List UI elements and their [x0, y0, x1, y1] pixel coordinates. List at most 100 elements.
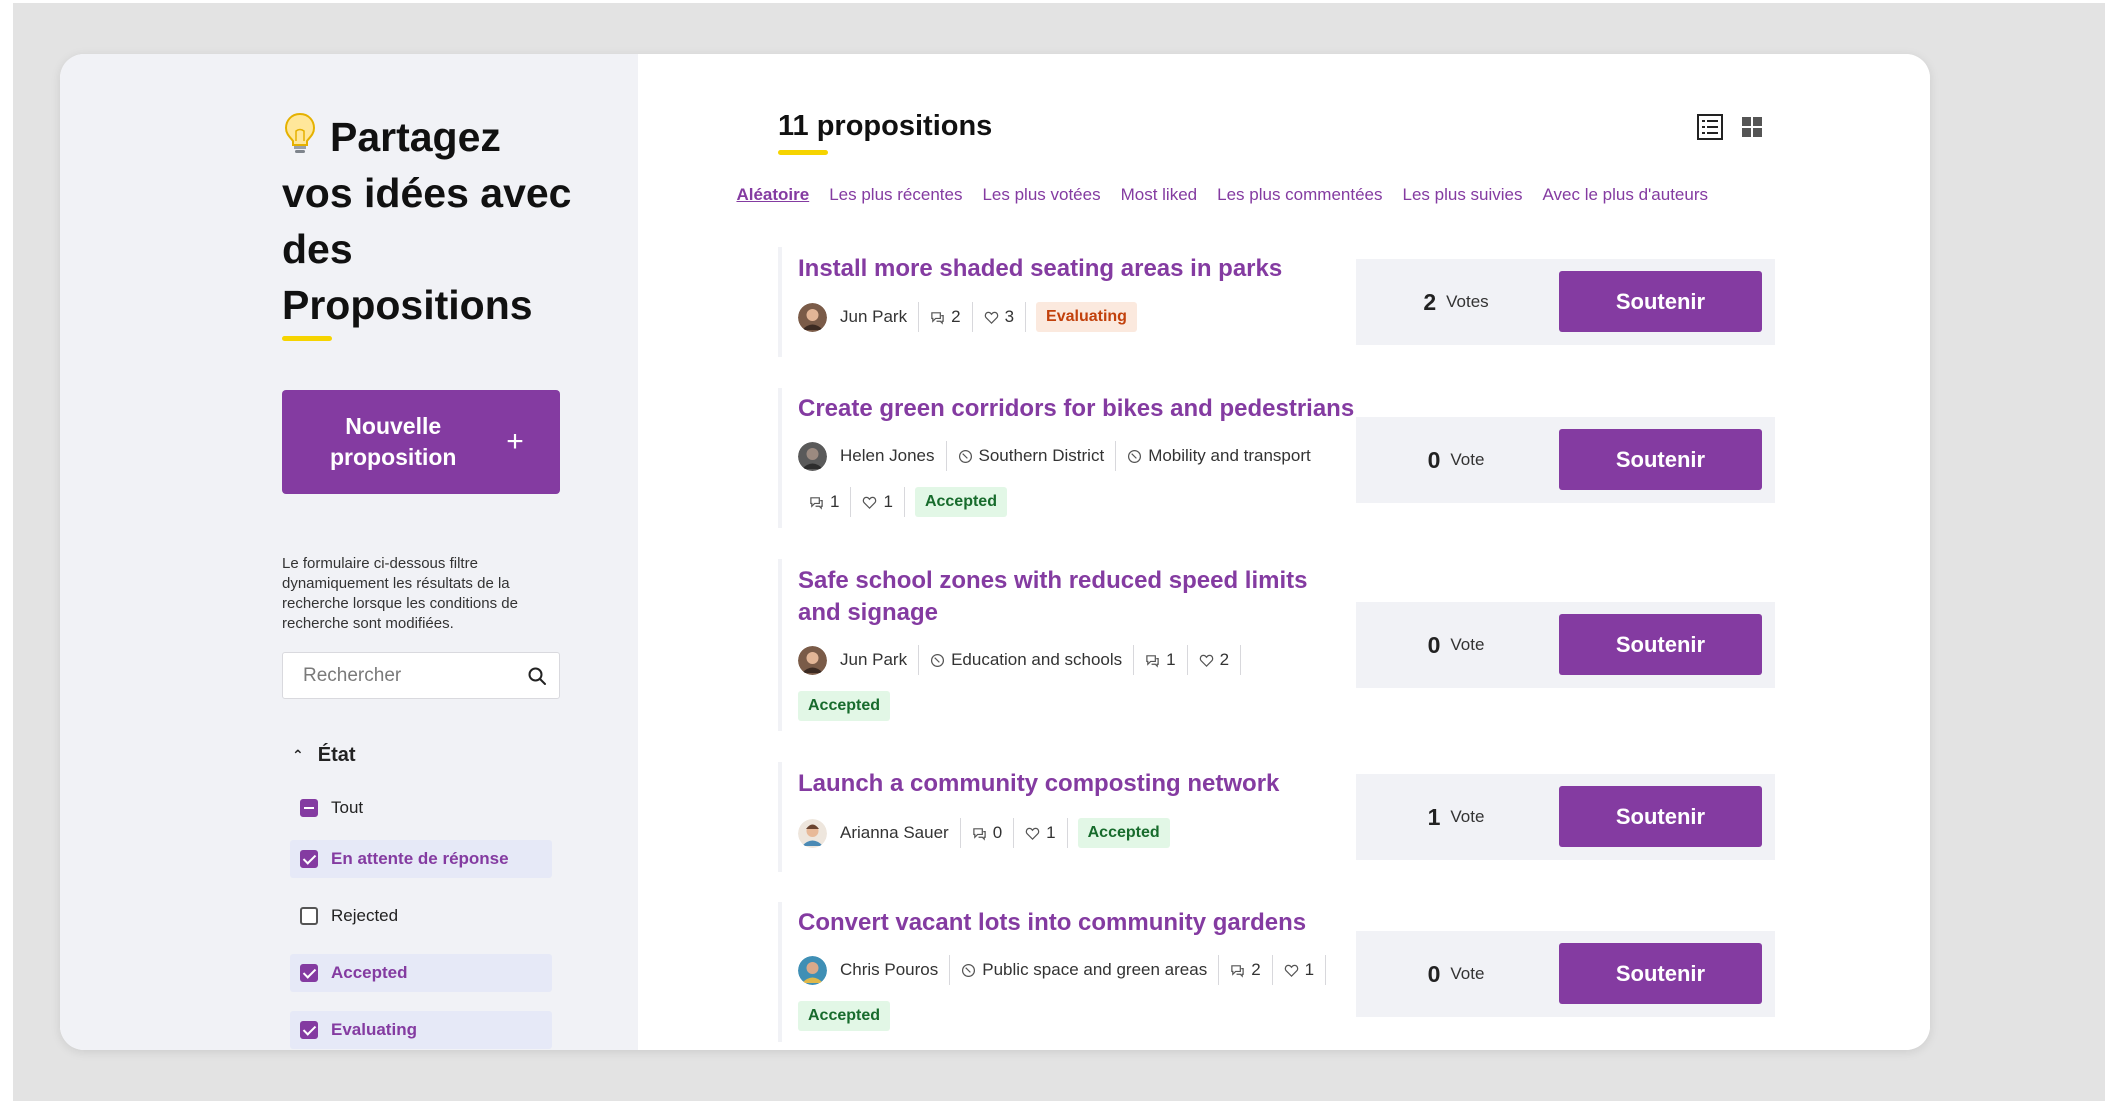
support-button[interactable]: Soutenir	[1559, 429, 1762, 490]
support-button[interactable]: Soutenir	[1559, 943, 1762, 1004]
proposal-category[interactable]: Mobility and transport	[1116, 441, 1322, 471]
filter-option-evaluating[interactable]: Evaluating	[290, 1011, 552, 1049]
search-input[interactable]	[303, 653, 523, 698]
comments-value: 2	[951, 307, 961, 326]
vote-count: 0 Vote	[1356, 417, 1556, 503]
status-badge: Accepted	[798, 1001, 891, 1031]
tag-icon	[1128, 449, 1142, 463]
author-name: Helen Jones	[840, 446, 935, 465]
proposals-card: Partagez vos idées avec des Propositions…	[60, 54, 1930, 1050]
filter-option-rejected[interactable]: Rejected	[290, 897, 552, 935]
filter-option-label: Rejected	[331, 906, 399, 925]
checkbox-checked[interactable]	[300, 1021, 318, 1039]
scope-label: Southern District	[978, 446, 1105, 465]
avatar	[798, 818, 827, 848]
comments-count: 2	[919, 302, 973, 332]
comments-count: 1	[798, 487, 852, 517]
tag-icon	[931, 653, 945, 667]
proposal-card: Convert vacant lots into community garde…	[778, 902, 1778, 1042]
grid-view-icon[interactable]	[1742, 117, 1763, 138]
support-button[interactable]: Soutenir	[1559, 271, 1762, 332]
heart-icon	[863, 496, 877, 509]
sort-random[interactable]: Aléatoire	[736, 185, 809, 205]
proposal-author[interactable]: Helen Jones	[798, 441, 947, 471]
proposal-card: Launch a community composting network Ar…	[778, 762, 1778, 872]
sort-most-voted[interactable]: Les plus votées	[982, 185, 1100, 205]
proposal-author[interactable]: Jun Park	[798, 302, 920, 332]
proposal-title[interactable]: Create green corridors for bikes and ped…	[798, 393, 1358, 425]
heart-icon	[1025, 827, 1040, 840]
filter-option-pending[interactable]: En attente de réponse	[290, 840, 552, 878]
proposals-main: 11 propositions Aléatoire Les plus récen…	[638, 54, 1930, 1050]
checkbox-unchecked[interactable]	[300, 907, 318, 925]
vote-label: Vote	[1450, 807, 1485, 826]
vote-count: 0 Vote	[1356, 931, 1556, 1017]
status-badge: Accepted	[914, 487, 1007, 517]
proposal-card: Safe school zones with reduced speed lim…	[778, 559, 1778, 731]
plus-icon: +	[506, 425, 524, 458]
checkbox-checked[interactable]	[300, 850, 318, 868]
vote-label: Votes	[1446, 292, 1489, 311]
proposal-author[interactable]: Jun Park	[798, 645, 920, 675]
sort-recent[interactable]: Les plus récentes	[829, 185, 962, 205]
filter-state-toggle[interactable]: ⌃ État	[292, 744, 356, 767]
new-proposal-label: Nouvelle proposition	[329, 413, 457, 470]
checkbox-indeterminate[interactable]	[300, 799, 318, 817]
comment-icon	[1146, 654, 1159, 668]
proposal-title[interactable]: Launch a community composting network	[798, 768, 1328, 800]
status-badge: Accepted	[798, 691, 891, 721]
proposal-category[interactable]: Education and schools	[919, 645, 1135, 675]
likes-value: 1	[1046, 823, 1056, 842]
filter-option-all[interactable]: Tout	[290, 789, 552, 827]
proposal-author[interactable]: Chris Pouros	[798, 955, 951, 985]
likes-value: 1	[883, 492, 893, 511]
comment-icon	[810, 496, 823, 510]
vote-label: Vote	[1450, 964, 1485, 983]
comments-count: 1	[1134, 645, 1188, 675]
likes-count: 1	[851, 487, 905, 517]
vote-number: 1	[1427, 803, 1441, 830]
search-icon[interactable]	[527, 666, 547, 686]
vote-box: 0 Vote Soutenir	[1356, 417, 1775, 503]
vote-number: 0	[1427, 446, 1441, 473]
proposal-title[interactable]: Safe school zones with reduced speed lim…	[798, 565, 1328, 629]
comment-icon	[931, 311, 944, 325]
comments-value: 2	[1251, 960, 1261, 979]
filter-option-accepted[interactable]: Accepted	[290, 954, 552, 992]
vote-count: 2 Votes	[1356, 259, 1556, 345]
page-title-text: Partagez vos idées avec des Propositions	[282, 114, 572, 328]
tag-icon	[958, 449, 972, 463]
vote-box: 0 Vote Soutenir	[1356, 931, 1775, 1017]
proposal-title[interactable]: Install more shaded seating areas in par…	[798, 253, 1328, 285]
proposal-meta: Chris Pouros Public space and green area…	[798, 955, 1338, 1031]
filter-help-text: Le formulaire ci-dessous filtre dynamiqu…	[282, 555, 518, 632]
proposal-category[interactable]: Public space and green areas	[950, 955, 1220, 985]
card-accent-bar	[778, 902, 782, 1042]
new-proposal-button[interactable]: Nouvelle proposition +	[282, 390, 560, 494]
sort-most-commented[interactable]: Les plus commentées	[1217, 185, 1382, 205]
checkbox-checked[interactable]	[300, 964, 318, 982]
sort-most-authors[interactable]: Avec le plus d'auteurs	[1543, 185, 1708, 205]
card-accent-bar	[778, 388, 782, 528]
list-view-icon[interactable]	[1697, 114, 1723, 140]
proposal-card: Create green corridors for bikes and ped…	[778, 388, 1778, 528]
sort-most-followed[interactable]: Les plus suivies	[1403, 185, 1523, 205]
proposal-author[interactable]: Arianna Sauer	[798, 818, 961, 848]
filter-option-label: En attente de réponse	[331, 849, 509, 868]
support-button[interactable]: Soutenir	[1559, 786, 1762, 847]
likes-count: 1	[1273, 955, 1327, 985]
comment-icon	[972, 827, 986, 841]
proposal-scope[interactable]: Southern District	[947, 441, 1117, 471]
proposal-title[interactable]: Convert vacant lots into community garde…	[798, 907, 1328, 939]
comments-value: 0	[992, 823, 1003, 842]
proposal-meta: Arianna Sauer 0 1 Accepted	[798, 818, 1338, 848]
proposal-meta: Helen Jones Southern District Mobility a…	[798, 441, 1338, 517]
filter-option-label: Tout	[331, 798, 364, 817]
likes-value: 1	[1304, 960, 1315, 979]
search-box	[282, 652, 560, 699]
card-accent-bar	[778, 762, 782, 872]
sort-most-liked[interactable]: Most liked	[1121, 185, 1198, 205]
vote-number: 0	[1427, 960, 1441, 987]
avatar	[798, 441, 827, 471]
support-button[interactable]: Soutenir	[1559, 614, 1762, 675]
